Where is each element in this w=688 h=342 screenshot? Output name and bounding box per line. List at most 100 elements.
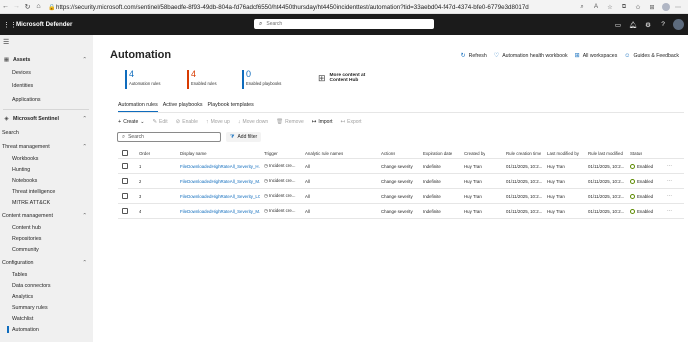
nav-item-tables[interactable]: Tables (0, 269, 93, 280)
select-all-checkbox[interactable] (122, 150, 128, 156)
nav-item-hunting[interactable]: Hunting (0, 164, 93, 175)
favorite-icon[interactable]: ☆ (604, 4, 616, 11)
rule-name-link[interactable]: FileDownloadedHighRateAll_Severity_M... (180, 209, 260, 214)
guides-feedback-button[interactable]: ☺ Guides & Feedback (624, 52, 679, 59)
nav-section-assets[interactable]: ▦ Assets ⌃ (0, 54, 93, 65)
row-checkbox[interactable] (122, 178, 128, 184)
global-search[interactable]: ⌕ Search (254, 19, 434, 29)
collections-icon[interactable]: ⊞ (646, 4, 658, 11)
nav-item-devices[interactable]: Devices (0, 67, 93, 78)
enable-button[interactable]: ⊘ Enable (176, 119, 198, 125)
extensions-icon[interactable]: ⧉ (618, 4, 630, 11)
content-hub-link[interactable]: ⊞ More content at Content Hub (318, 73, 365, 83)
column-header[interactable]: Status (630, 151, 642, 156)
more-icon[interactable]: ⋯ (672, 4, 684, 11)
nav-item-search[interactable]: Search (0, 127, 93, 138)
zoom-icon[interactable]: ⌕ (576, 4, 588, 11)
rule-name-link[interactable]: FileDownloadedHighRateAll_Severity_LO... (180, 194, 260, 199)
chevron-down-icon: ⌄ (140, 119, 145, 125)
tab-playbook-templates[interactable]: Playbook templates (208, 102, 254, 112)
reload-icon[interactable]: ↻ (22, 0, 33, 14)
filter-icon: ⧩ (230, 134, 235, 140)
nav-item-repositories[interactable]: Repositories (0, 233, 93, 244)
health-workbook-button[interactable]: ♡ Automation health workbook (494, 52, 568, 60)
row-more-icon[interactable]: ⋯ (667, 178, 672, 184)
rules-search-input[interactable]: ⌕ Search (117, 132, 221, 142)
column-header[interactable]: Rule last modified (588, 151, 623, 156)
read-aloud-icon[interactable]: A (590, 4, 602, 10)
column-header[interactable]: Actions (381, 151, 395, 156)
row-more-icon[interactable]: ⋯ (667, 163, 672, 169)
favorites-bar-icon[interactable]: ✩ (632, 4, 644, 11)
help-icon[interactable]: ? (658, 21, 668, 28)
home-icon[interactable]: ⌂ (33, 0, 44, 14)
nav-item-mitre[interactable]: MITRE ATT&CK (0, 197, 93, 208)
nav-item-applications[interactable]: Applications (0, 94, 93, 105)
row-checkbox[interactable] (122, 193, 128, 199)
app-launcher-icon[interactable]: ⋮⋮ (3, 21, 17, 29)
profile-avatar[interactable] (662, 3, 670, 11)
tab-automation-rules[interactable]: Automation rules (118, 102, 158, 112)
create-button[interactable]: + Create ⌄ (118, 119, 144, 125)
down-arrow-icon: ↓ (237, 119, 241, 125)
nav-item-analytics[interactable]: Analytics (0, 291, 93, 302)
column-header[interactable]: Created by (464, 151, 485, 156)
address-bar[interactable]: 🔒 https://security.microsoft.com/sentine… (48, 2, 548, 12)
column-header[interactable]: Last modified by (547, 151, 579, 156)
hamburger-icon[interactable]: ☰ (3, 38, 9, 46)
row-more-icon[interactable]: ⋯ (667, 193, 672, 199)
nav-item-automation[interactable]: Automation (0, 324, 93, 335)
user-avatar[interactable] (673, 19, 684, 30)
column-header[interactable]: Display name (180, 151, 207, 156)
rule-name-link[interactable]: FileDownloadedHighRateAll_Severity_H... (180, 164, 260, 169)
import-button[interactable]: ↦ Import (312, 119, 333, 125)
nav-item-watchlist[interactable]: Watchlist (0, 313, 93, 324)
move-down-button[interactable]: ↓ Move down (238, 119, 268, 125)
all-workspaces-button[interactable]: ⊞ All workspaces (575, 52, 618, 60)
tab-active-playbooks[interactable]: Active playbooks (163, 102, 203, 112)
refresh-button[interactable]: ↻ Refresh (461, 52, 487, 60)
content-hub-icon: ⊞ (318, 72, 326, 83)
table-row[interactable]: 1 FileDownloadedHighRateAll_Severity_H..… (118, 159, 684, 174)
export-button[interactable]: ↤ Export (341, 119, 362, 125)
edit-button[interactable]: ✎ Edit (152, 119, 167, 125)
column-header[interactable]: Rule creation time (506, 151, 541, 156)
add-filter-button[interactable]: ⧩ Add filter (226, 132, 262, 142)
order-cell: 3 (139, 193, 142, 199)
row-checkbox[interactable] (122, 163, 128, 169)
remove-button[interactable]: 🗑︎ Remove (276, 119, 304, 125)
table-row[interactable]: 4 FileDownloadedHighRateAll_Severity_M..… (118, 204, 684, 219)
nav-section-sentinel[interactable]: ◈ Microsoft Sentinel ⌃ (0, 113, 93, 124)
nav-item-workbooks[interactable]: Workbooks (0, 153, 93, 164)
table-row[interactable]: 2 FileDownloadedHighRateAll_Severity_M..… (118, 174, 684, 189)
nav-item-data-connectors[interactable]: Data connectors (0, 280, 93, 291)
nav-section-content-management[interactable]: Content management ⌃ (0, 210, 93, 221)
bell-icon[interactable]: 🔔︎ (628, 21, 638, 29)
column-header[interactable]: Trigger (264, 151, 278, 156)
forward-arrow-icon[interactable]: → (11, 0, 22, 14)
rule-name-link[interactable]: FileDownloadedHighRateAll_Severity_M... (180, 179, 260, 184)
row-checkbox[interactable] (122, 208, 128, 214)
main-content: Automation ↻ Refresh ♡ Automation health w… (93, 35, 688, 342)
nav-item-identities[interactable]: Identities (0, 80, 93, 91)
move-up-button[interactable]: ↑ Move up (206, 119, 230, 125)
search-icon: ⌕ (259, 20, 263, 27)
column-header[interactable]: Order (139, 151, 150, 156)
modified-by-cell: Huy Tran (547, 208, 565, 214)
app-name[interactable]: Microsoft Defender (16, 21, 72, 28)
row-more-icon[interactable]: ⋯ (667, 208, 672, 214)
nav-item-notebooks[interactable]: Notebooks (0, 175, 93, 186)
nav-item-community[interactable]: Community (0, 244, 93, 255)
column-header[interactable]: Expiration date (423, 151, 452, 156)
nav-item-threat-intelligence[interactable]: Threat intelligence (0, 186, 93, 197)
devices-icon[interactable]: ▭ (613, 21, 623, 29)
nav-section-configuration[interactable]: Configuration ⌃ (0, 257, 93, 268)
created-by-cell: Huy Tran (464, 163, 482, 169)
table-row[interactable]: 3 FileDownloadedHighRateAll_Severity_LO.… (118, 189, 684, 204)
gear-icon[interactable]: ⚙ (643, 21, 653, 29)
column-header[interactable]: Analytic rule names (305, 151, 343, 156)
back-arrow-icon[interactable]: ← (0, 0, 11, 14)
nav-item-content-hub[interactable]: Content hub (0, 222, 93, 233)
nav-section-threat-management[interactable]: Threat management ⌃ (0, 141, 93, 152)
nav-item-summary-rules[interactable]: Summary rules (0, 302, 93, 313)
